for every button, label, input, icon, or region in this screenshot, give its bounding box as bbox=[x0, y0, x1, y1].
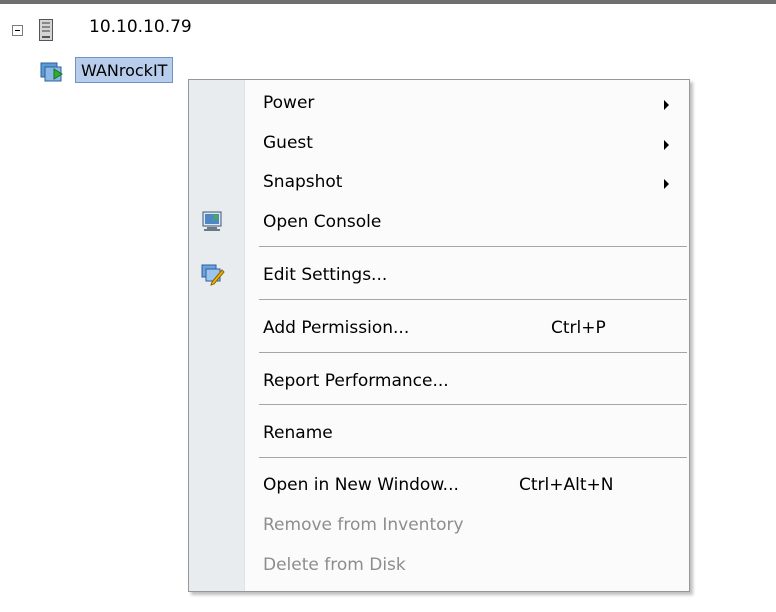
menu-item-add-permission[interactable]: Add Permission... Ctrl+P bbox=[189, 310, 689, 346]
collapse-toggle[interactable] bbox=[12, 25, 23, 36]
host-label[interactable]: 10.10.10.79 bbox=[89, 17, 192, 37]
vm-powered-on-icon bbox=[40, 62, 63, 82]
menu-item-remove-from-inventory: Remove from Inventory bbox=[189, 507, 689, 543]
menu-item-label: Open in New Window... bbox=[263, 475, 459, 495]
menu-separator bbox=[259, 404, 687, 405]
menu-item-power[interactable]: Power bbox=[189, 85, 689, 121]
menu-item-label: Guest bbox=[263, 133, 313, 153]
submenu-arrow-icon bbox=[664, 100, 669, 110]
console-icon bbox=[202, 211, 222, 231]
menu-separator bbox=[259, 299, 687, 300]
submenu-arrow-icon bbox=[664, 179, 669, 189]
host-server-icon bbox=[39, 19, 53, 41]
menu-item-label: Open Console bbox=[263, 212, 382, 232]
vm-label-selected[interactable]: WANrockIT bbox=[75, 57, 174, 83]
menu-item-delete-from-disk: Delete from Disk bbox=[189, 547, 689, 583]
menu-item-label: Snapshot bbox=[263, 172, 343, 192]
menu-item-label: Remove from Inventory bbox=[263, 515, 464, 535]
shortcut-label: Ctrl+Alt+N bbox=[519, 475, 614, 495]
menu-item-label: Edit Settings... bbox=[263, 265, 388, 285]
menu-item-label: Delete from Disk bbox=[263, 555, 406, 575]
menu-item-snapshot[interactable]: Snapshot bbox=[189, 164, 689, 200]
edit-settings-icon bbox=[201, 264, 225, 286]
menu-item-label: Report Performance... bbox=[263, 371, 449, 391]
menu-item-report-performance[interactable]: Report Performance... bbox=[189, 363, 689, 399]
menu-item-label: Power bbox=[263, 93, 315, 113]
menu-separator bbox=[259, 246, 687, 247]
window-top-border bbox=[0, 0, 776, 4]
menu-item-open-in-new-window[interactable]: Open in New Window... Ctrl+Alt+N bbox=[189, 467, 689, 503]
submenu-arrow-icon bbox=[664, 140, 669, 150]
shortcut-label: Ctrl+P bbox=[551, 318, 606, 338]
menu-item-rename[interactable]: Rename bbox=[189, 415, 689, 451]
context-menu: Power Guest Snapshot Open Console Edit S… bbox=[188, 79, 690, 592]
menu-item-label: Add Permission... bbox=[263, 318, 410, 338]
menu-item-edit-settings[interactable]: Edit Settings... bbox=[189, 257, 689, 293]
menu-item-label: Rename bbox=[263, 423, 333, 443]
menu-separator bbox=[259, 457, 687, 458]
menu-item-guest[interactable]: Guest bbox=[189, 125, 689, 161]
menu-item-open-console[interactable]: Open Console bbox=[189, 204, 689, 240]
menu-separator bbox=[259, 352, 687, 353]
